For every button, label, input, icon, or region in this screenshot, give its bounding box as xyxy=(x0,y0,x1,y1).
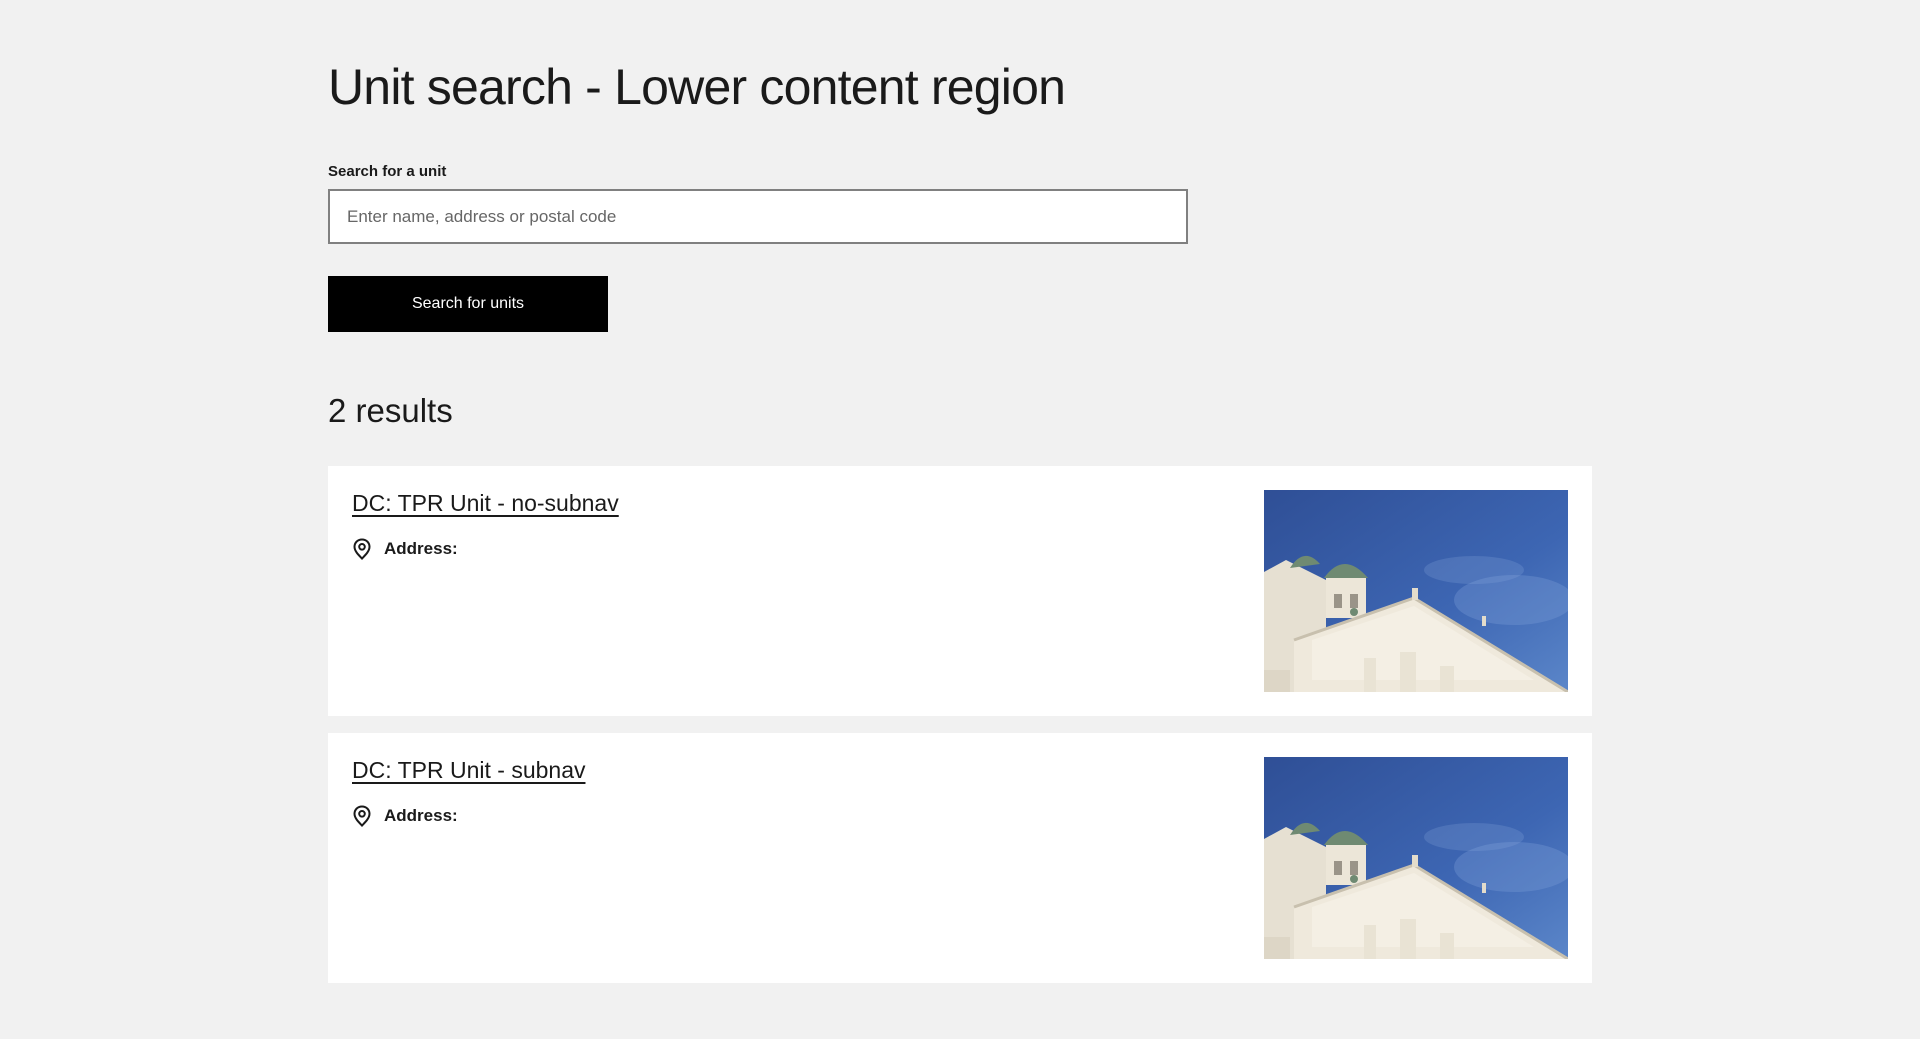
cathedral-photo xyxy=(1264,490,1568,692)
result-card: DC: TPR Unit - subnav Address: xyxy=(328,733,1592,983)
search-input[interactable] xyxy=(328,189,1188,244)
result-address: Address: xyxy=(352,538,458,560)
page-title: Unit search - Lower content region xyxy=(328,59,1066,115)
page: Unit search - Lower content region Searc… xyxy=(0,0,1920,1039)
location-pin-icon xyxy=(352,538,372,560)
result-address: Address: xyxy=(352,805,458,827)
results-count: 2 results xyxy=(328,392,453,429)
result-title-link[interactable]: DC: TPR Unit - no-subnav xyxy=(352,490,619,517)
cathedral-photo xyxy=(1264,757,1568,959)
search-label: Search for a unit xyxy=(328,163,447,180)
result-title-link[interactable]: DC: TPR Unit - subnav xyxy=(352,757,585,784)
address-label: Address: xyxy=(384,806,458,825)
address-label: Address: xyxy=(384,539,458,558)
location-pin-icon xyxy=(352,805,372,827)
search-button[interactable]: Search for units xyxy=(328,276,608,332)
result-card: DC: TPR Unit - no-subnav Address: xyxy=(328,466,1592,716)
